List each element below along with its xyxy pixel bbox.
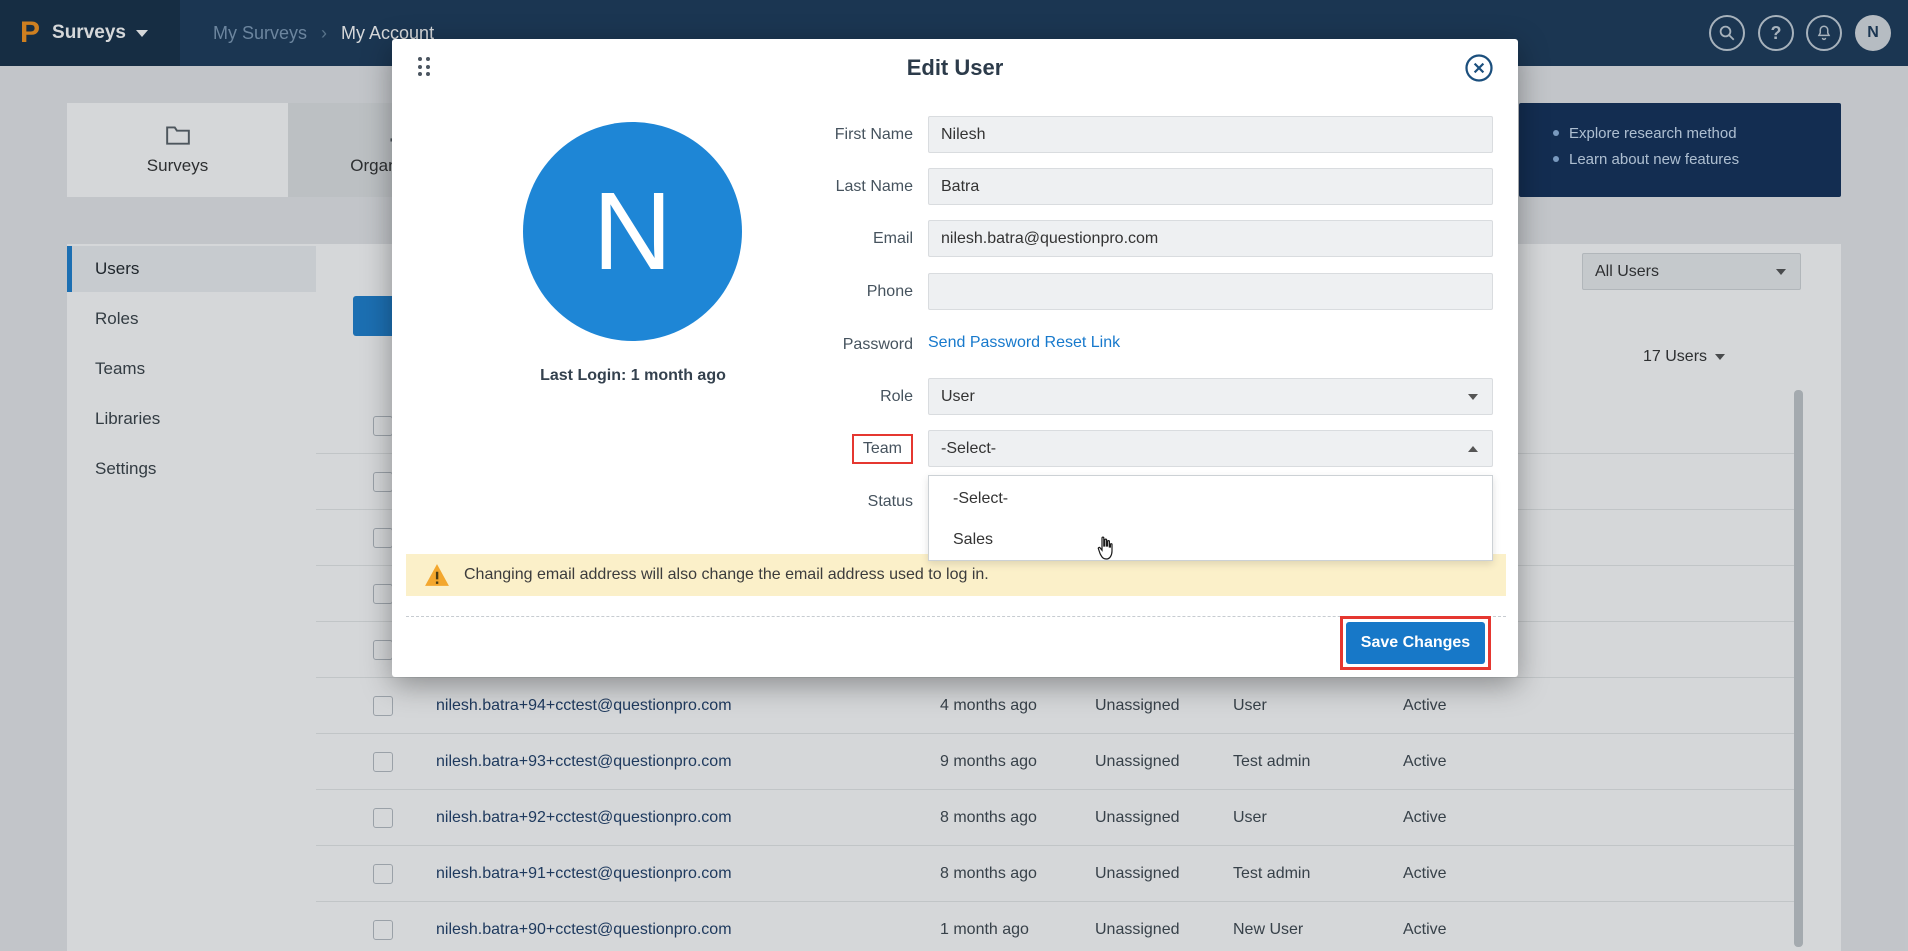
- app-screen: P Surveys My Surveys › My Account ? N Su…: [0, 0, 1908, 951]
- first-name-field[interactable]: [928, 116, 1493, 153]
- team-label-row: Team: [692, 430, 913, 467]
- team-select[interactable]: -Select-: [928, 430, 1493, 467]
- avatar-letter: N: [593, 168, 672, 295]
- email-field[interactable]: [928, 220, 1493, 257]
- save-changes-button[interactable]: Save Changes: [1346, 622, 1485, 664]
- chevron-up-icon: [1468, 446, 1478, 452]
- team-label: Team: [863, 440, 902, 457]
- last-name-label: Last Name: [692, 168, 913, 205]
- team-option-sales[interactable]: Sales: [929, 519, 1492, 560]
- phone-label: Phone: [692, 273, 913, 310]
- save-button-annotation: Save Changes: [1340, 616, 1491, 670]
- password-label: Password: [692, 326, 913, 363]
- team-dropdown-panel: -Select- Sales: [928, 475, 1493, 561]
- send-password-reset-link[interactable]: Send Password Reset Link: [928, 334, 1120, 352]
- warning-icon: [424, 563, 450, 587]
- first-name-label: First Name: [692, 116, 913, 153]
- chevron-down-icon: [1468, 394, 1478, 400]
- team-value: -Select-: [941, 440, 996, 457]
- warning-text: Changing email address will also change …: [464, 566, 989, 584]
- last-name-field[interactable]: [928, 168, 1493, 205]
- team-label-annotation: Team: [852, 434, 913, 464]
- modal-title: Edit User: [392, 55, 1518, 81]
- close-icon[interactable]: [1464, 53, 1494, 83]
- email-label: Email: [692, 220, 913, 257]
- phone-field[interactable]: [928, 273, 1493, 310]
- team-option-select[interactable]: -Select-: [929, 478, 1492, 519]
- role-value: User: [941, 388, 975, 405]
- role-select[interactable]: User: [928, 378, 1493, 415]
- edit-user-modal: Edit User N Last Login: 1 month ago Firs…: [392, 39, 1518, 677]
- status-label: Status: [692, 483, 913, 520]
- role-label: Role: [692, 378, 913, 415]
